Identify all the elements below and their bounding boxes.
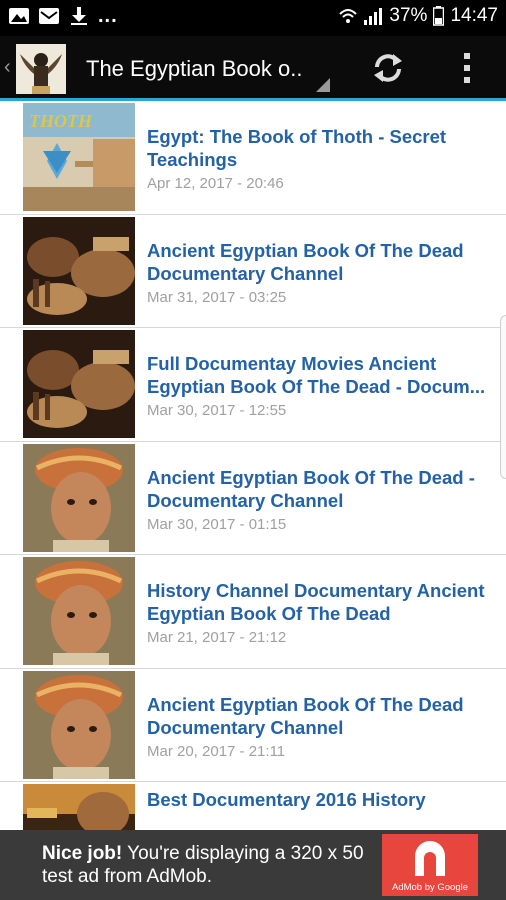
signal-icon — [364, 8, 383, 25]
more-vert-icon — [464, 53, 470, 83]
video-title[interactable]: Ancient Egyptian Book Of The Dead - Docu… — [147, 466, 492, 512]
more-notifications-indicator: ... — [98, 5, 118, 27]
admob-logo[interactable]: AdMob by Google — [382, 834, 478, 896]
scroll-edge-indicator — [500, 315, 506, 479]
ad-headline: Nice job! — [42, 843, 123, 864]
admob-icon — [415, 841, 445, 876]
mail-notification-icon — [39, 8, 59, 24]
action-bar: ‹ The Egyptian Book o.. — [0, 36, 506, 100]
video-thumbnail[interactable]: THOTH — [23, 103, 135, 211]
ad-text[interactable]: Nice job! You're displaying a 320 x 50 t… — [42, 842, 372, 888]
status-bar: ... 37% 14:47 — [0, 0, 506, 36]
wifi-icon — [339, 9, 358, 23]
up-chevron-icon[interactable]: ‹ — [4, 56, 11, 79]
list-item[interactable]: Best Documentary 2016 History — [0, 782, 506, 830]
admob-caption: AdMob by Google — [391, 882, 469, 893]
video-date: Mar 21, 2017 - 21:12 — [147, 629, 287, 646]
svg-text:THOTH: THOTH — [29, 111, 93, 131]
battery-icon — [433, 6, 445, 26]
video-thumbnail[interactable] — [23, 216, 135, 325]
overflow-menu-button[interactable] — [452, 48, 482, 88]
list-item[interactable]: Full Documentay Movies Ancient Egyptian … — [0, 328, 506, 442]
video-thumbnail[interactable] — [23, 443, 135, 552]
video-title[interactable]: Egypt: The Book of Thoth - Secret Teachi… — [147, 125, 492, 171]
gallery-notification-icon — [9, 8, 29, 24]
ad-banner[interactable]: Nice job! You're displaying a 320 x 50 t… — [0, 830, 506, 900]
video-title[interactable]: Ancient Egyptian Book Of The Dead Docume… — [147, 693, 492, 739]
list-item[interactable]: Ancient Egyptian Book Of The Dead Docume… — [0, 669, 506, 782]
battery-percent: 37% — [389, 5, 428, 26]
video-thumbnail[interactable] — [23, 557, 135, 665]
download-notification-icon — [71, 7, 87, 25]
video-date: Mar 30, 2017 - 12:55 — [147, 402, 287, 419]
video-date: Mar 20, 2017 - 21:11 — [147, 742, 286, 760]
video-date: Mar 30, 2017 - 01:15 — [147, 515, 287, 533]
video-thumbnail[interactable] — [23, 784, 135, 830]
app-logo[interactable] — [16, 44, 66, 94]
video-date: Apr 12, 2017 - 20:46 — [147, 175, 284, 192]
video-list[interactable]: THOTH Egypt: The Book of Thoth - Secret … — [0, 101, 506, 830]
video-date: Mar 31, 2017 - 03:25 — [147, 288, 287, 306]
clock: 14:47 — [450, 5, 498, 26]
list-item[interactable]: History Channel Documentary Ancient Egyp… — [0, 555, 506, 669]
refresh-button[interactable] — [366, 48, 410, 88]
video-title[interactable]: Full Documentay Movies Ancient Egyptian … — [147, 352, 492, 398]
refresh-icon — [374, 54, 402, 82]
list-item[interactable]: Ancient Egyptian Book Of The Dead - Docu… — [0, 442, 506, 555]
spinner-dropdown-icon[interactable] — [316, 78, 330, 92]
video-thumbnail[interactable] — [23, 670, 135, 779]
video-thumbnail[interactable] — [23, 330, 135, 438]
video-title[interactable]: Ancient Egyptian Book Of The Dead Docume… — [147, 239, 492, 285]
video-title[interactable]: History Channel Documentary Ancient Egyp… — [147, 579, 492, 625]
list-item[interactable]: THOTH Egypt: The Book of Thoth - Secret … — [0, 101, 506, 215]
list-item[interactable]: Ancient Egyptian Book Of The Dead Docume… — [0, 215, 506, 328]
video-title[interactable]: Best Documentary 2016 History — [147, 788, 492, 811]
screen-title[interactable]: The Egyptian Book o.. — [86, 56, 316, 82]
